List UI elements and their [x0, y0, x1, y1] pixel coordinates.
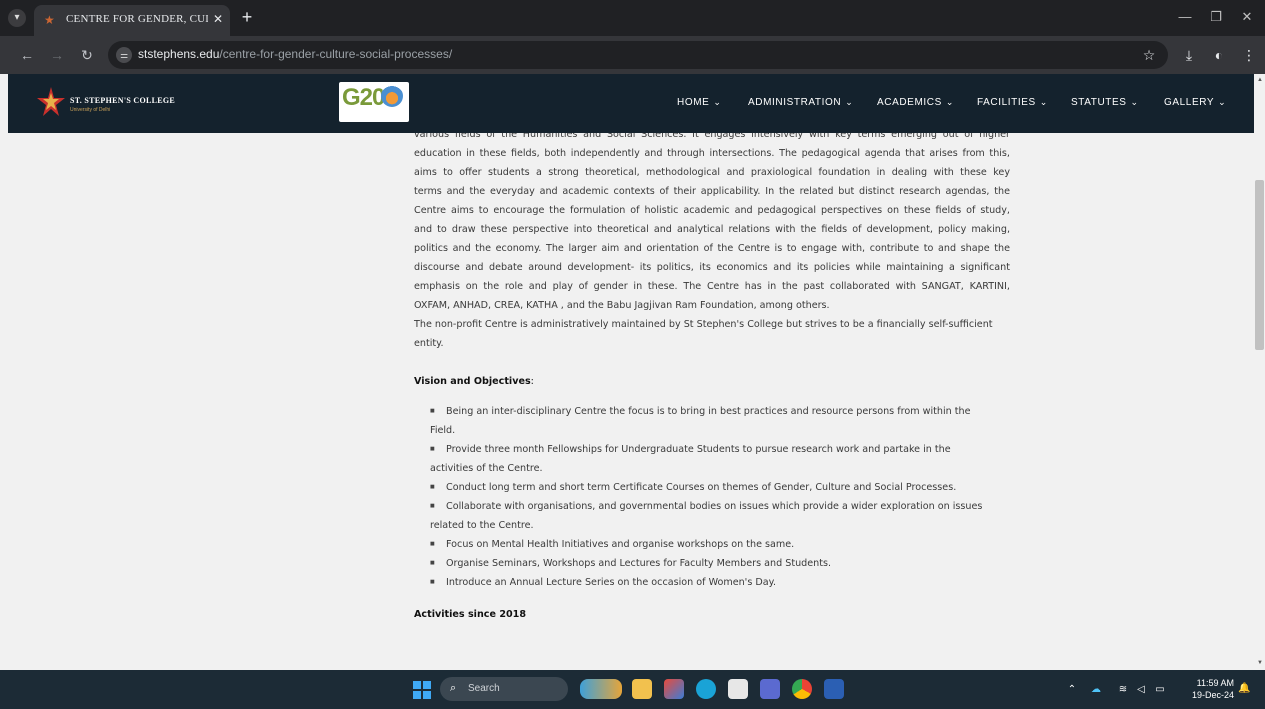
photos-app-icon[interactable]	[760, 679, 780, 699]
nav-administration[interactable]: ADMINISTRATION ⌄	[748, 97, 853, 111]
browser-toolbar: ← → ↻ ⚌ ststephens.edu/centre-for-gender…	[0, 36, 1265, 74]
file-explorer-icon[interactable]	[632, 679, 652, 699]
new-tab-button[interactable]: +	[238, 8, 256, 26]
paragraph-line: OXFAM, ANHAD, CREA, KATHA , and the Babu…	[414, 300, 830, 311]
college-subtitle: University of Delhi	[70, 107, 111, 113]
chevron-down-icon: ⌄	[713, 97, 722, 107]
list-item: Focus on Mental Health Initiatives and o…	[430, 535, 1010, 554]
page-content: various fields of the Humanities and Soc…	[8, 133, 1254, 670]
list-item: Conduct long term and short term Certifi…	[430, 478, 1010, 497]
onedrive-icon[interactable]: ☁	[1088, 683, 1104, 697]
volume-icon[interactable]: ◁	[1134, 683, 1148, 697]
minimize-button[interactable]: —	[1176, 8, 1194, 26]
college-favicon-icon: ★	[44, 13, 55, 27]
chevron-down-icon: ⌄	[1039, 97, 1048, 107]
nav-academics[interactable]: ACADEMICS ⌄	[877, 97, 954, 111]
paragraph-line: education in these fields, both independ…	[414, 148, 1010, 159]
paragraph-line: aims to offer students a strong theoreti…	[414, 167, 1010, 178]
nav-home[interactable]: HOME ⌄	[677, 97, 722, 111]
bookmark-star-icon[interactable]: ☆	[1140, 46, 1158, 64]
nav-gallery[interactable]: GALLERY ⌄	[1164, 97, 1226, 111]
paragraph-line: entity.	[414, 338, 444, 349]
url-text: ststephens.edu/centre-for-gender-culture…	[138, 47, 452, 63]
microsoft-store-icon[interactable]	[728, 679, 748, 699]
address-bar[interactable]: ⚌ ststephens.edu/centre-for-gender-cultu…	[108, 41, 1168, 69]
close-window-button[interactable]: ✕	[1238, 8, 1256, 26]
battery-icon[interactable]: ▭	[1152, 683, 1168, 697]
paragraph-line: Centre aims to encourage the formulation…	[414, 205, 1010, 216]
browser-tab-active[interactable]: ★ CENTRE FOR GENDER, CULTUR ✕	[34, 5, 230, 36]
scroll-up-arrow-icon[interactable]: ▲	[1256, 76, 1264, 84]
chevron-down-icon: ⌄	[845, 97, 854, 107]
windows-start-icon[interactable]	[413, 681, 431, 699]
paragraph-line: various fields of the Humanities and Soc…	[414, 133, 1010, 140]
search-icon: ⌕	[450, 682, 457, 694]
list-item: Introduce an Annual Lecture Series on th…	[430, 573, 1010, 592]
college-crest-icon[interactable]	[36, 86, 66, 120]
tab-search-menu-button[interactable]: ▾	[8, 9, 26, 27]
profile-icon[interactable]: ◐	[1210, 46, 1228, 64]
scroll-thumb[interactable]	[1255, 180, 1264, 350]
scroll-down-arrow-icon[interactable]: ▼	[1256, 659, 1264, 667]
g20-logo: G20	[339, 82, 409, 122]
download-icon[interactable]: ⤓	[1180, 46, 1198, 64]
list-item: Being an inter-disciplinary Centre the f…	[430, 402, 1010, 440]
nav-facilities[interactable]: FACILITIES ⌄	[977, 97, 1048, 111]
tray-overflow-chevron-icon[interactable]: ⌃	[1066, 683, 1078, 697]
clock-date: 19-Dec-24	[1191, 690, 1234, 700]
list-item: Collaborate with organisations, and gove…	[430, 497, 1010, 535]
forward-arrow-icon[interactable]: →	[48, 46, 66, 64]
edge-browser-icon[interactable]	[696, 679, 716, 699]
notification-bell-icon[interactable]: 🔔	[1238, 682, 1250, 696]
paragraph-line: The non-profit Centre is administrativel…	[414, 319, 993, 330]
paragraph-line: and to draw these perspective into theor…	[414, 224, 1010, 235]
browser-menu-icon[interactable]: ⋮	[1240, 46, 1258, 64]
chevron-down-icon: ⌄	[945, 97, 955, 107]
reload-icon[interactable]: ↻	[78, 46, 96, 64]
paragraph-line: discourse and debate around development-…	[414, 262, 1010, 273]
restore-button[interactable]: ❐	[1207, 8, 1225, 26]
browser-tab-bar: ▾ ★ CENTRE FOR GENDER, CULTUR ✕ + — ❐ ✕	[0, 0, 1265, 36]
back-arrow-icon[interactable]: ←	[18, 46, 36, 64]
page-scrollbar[interactable]: ▲ ▼	[1254, 74, 1265, 670]
paragraph-line: politics and the economy. The larger aim…	[414, 243, 1010, 254]
paragraph-line: terms and the everyday and academic cont…	[414, 186, 1010, 197]
taskbar-search-box[interactable]: ⌕ Search	[440, 677, 568, 701]
nav-statutes[interactable]: STATUTES ⌄	[1071, 97, 1139, 111]
copilot-icon[interactable]	[664, 679, 684, 699]
g20-logo-text: G20	[342, 84, 385, 111]
system-clock[interactable]: 11:59 AM 19-Dec-24	[1184, 677, 1234, 701]
windows-taskbar: ⌕ Search ⌃ ☁ ≋ ◁ ▭ 11:59 AM 19-Dec-24 🔔	[0, 670, 1265, 709]
chrome-icon[interactable]	[792, 679, 812, 699]
wifi-icon[interactable]: ≋	[1116, 683, 1130, 697]
list-item: Organise Seminars, Workshops and Lecture…	[430, 554, 1010, 573]
list-item: Provide three month Fellowships for Unde…	[430, 440, 1010, 478]
lotus-globe-icon	[381, 85, 403, 107]
tab-close-icon[interactable]: ✕	[210, 11, 226, 27]
clock-time: 11:59 AM	[1196, 678, 1234, 688]
chevron-down-icon: ⌄	[1218, 97, 1227, 107]
article-body: various fields of the Humanities and Soc…	[414, 133, 1010, 624]
objectives-list: Being an inter-disciplinary Centre the f…	[414, 402, 1010, 592]
widgets-icon[interactable]	[580, 679, 622, 699]
paragraph-line: emphasis on the role and play of gender …	[414, 281, 1010, 292]
url-path: /centre-for-gender-culture-social-proces…	[219, 47, 453, 61]
tab-title: CENTRE FOR GENDER, CULTUR	[66, 13, 208, 25]
word-icon[interactable]	[824, 679, 844, 699]
url-host: ststephens.edu	[138, 47, 220, 61]
site-header: ST. STEPHEN'S COLLEGE University of Delh…	[8, 74, 1254, 133]
college-name[interactable]: ST. STEPHEN'S COLLEGE	[70, 96, 175, 105]
vision-heading: Vision and Objectives:	[414, 376, 534, 387]
activities-heading: Activities since 2018	[414, 609, 527, 620]
site-info-icon[interactable]: ⚌	[116, 47, 132, 63]
chevron-down-icon: ⌄	[1130, 97, 1139, 107]
search-label: Search	[468, 683, 500, 694]
